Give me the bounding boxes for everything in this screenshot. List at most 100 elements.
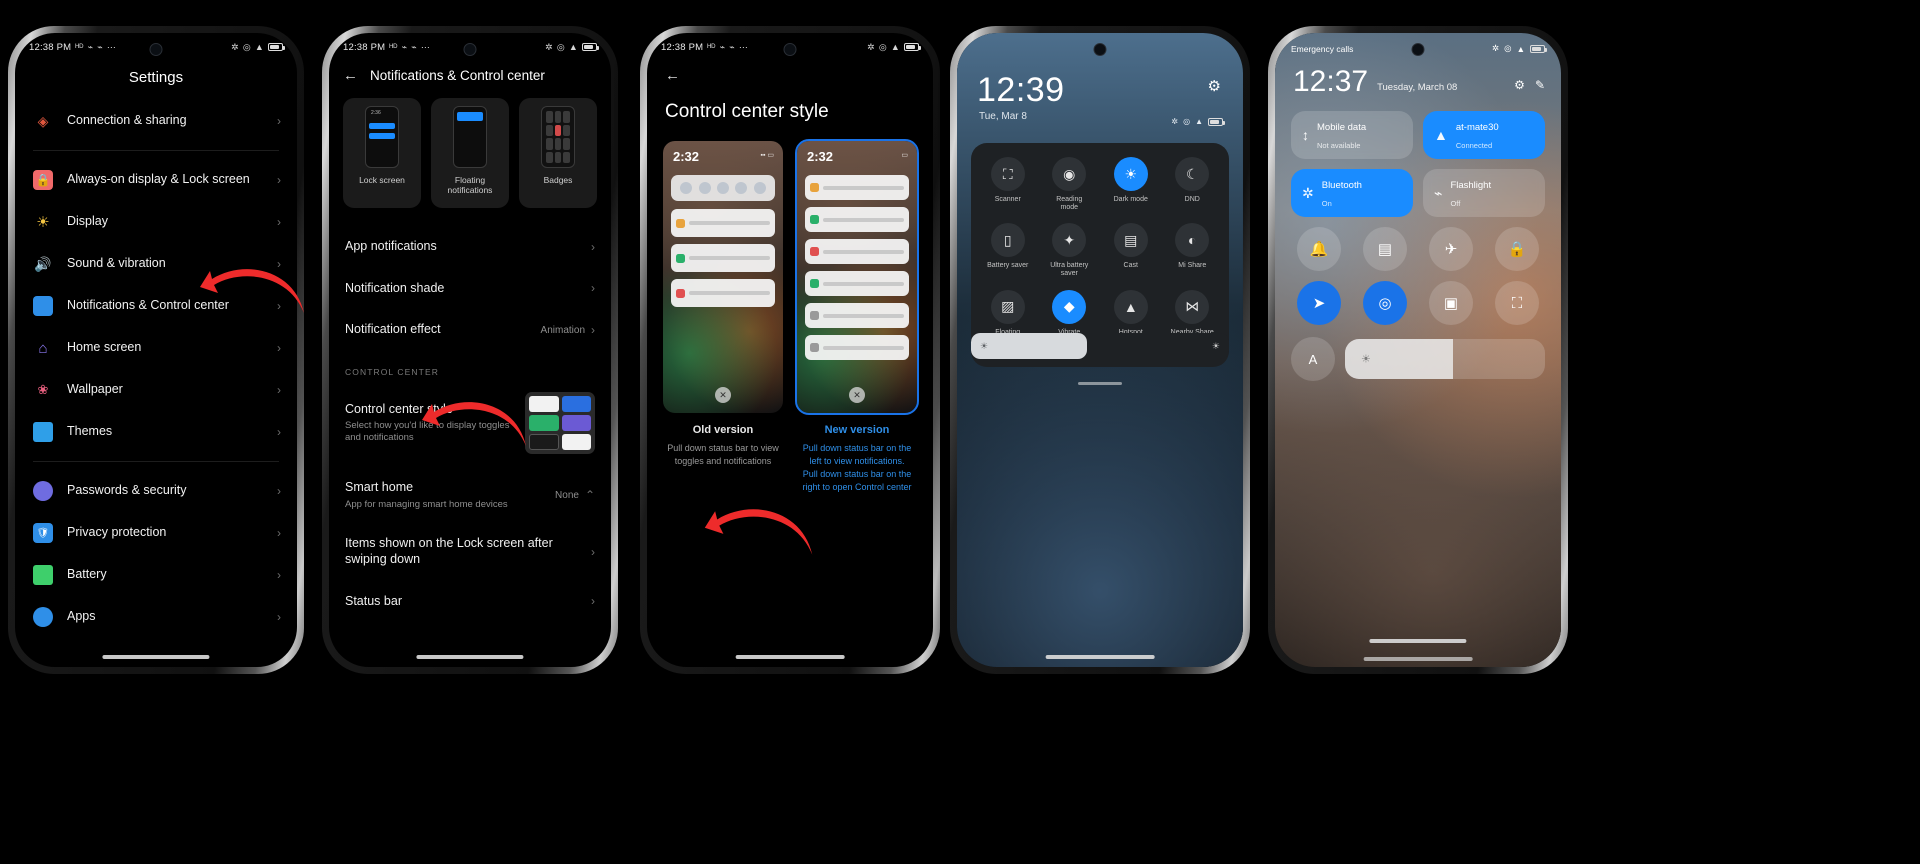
row-items-shown-on-lock-screen[interactable]: Items shown on the Lock screen after swi…	[329, 523, 611, 580]
preview-notification	[805, 335, 909, 360]
row-label: Control center style	[345, 401, 453, 416]
control-center-style-thumbnail	[525, 391, 595, 454]
tile-screen-recorder[interactable]: ▣	[1429, 281, 1473, 325]
style-options: 2:32 ▪▪ ▭ ✕ Old version Pull down status…	[647, 123, 933, 494]
chevron-right-icon: ›	[591, 545, 595, 559]
row-status-bar[interactable]: Status bar ›	[329, 581, 611, 623]
qs-tile-label: Reading mode	[1056, 196, 1083, 211]
settings-item-label: Themes	[67, 424, 113, 439]
row-value: None	[555, 489, 579, 501]
nav-bar-indicator[interactable]	[1363, 657, 1473, 661]
sidebar-item-display[interactable]: ☀ Display ›	[15, 201, 297, 243]
auto-brightness-icon[interactable]: A	[1291, 337, 1335, 381]
mi-share-icon: ◐	[1175, 223, 1210, 258]
preview-notification	[671, 209, 775, 237]
sidebar-item-always-on-display[interactable]: 🔒 Always-on display & Lock screen ›	[15, 159, 297, 201]
qs-tile-cast[interactable]: ▤ Cast	[1100, 223, 1162, 277]
tile-mobile-data[interactable]: ↕ Mobile data Not available	[1291, 111, 1413, 159]
apps-icon	[33, 607, 53, 627]
qs-tile-ultra-battery-saver[interactable]: ✦ Ultra battery saver	[1039, 223, 1101, 277]
qs-tile-scanner[interactable]: ⛶ Scanner	[977, 157, 1039, 211]
preview-cards: 2:36 Lock screen Floating notifications	[329, 84, 611, 208]
preview-notification	[805, 271, 909, 296]
drag-handle[interactable]	[1078, 382, 1122, 385]
flashlight-icon: ⌁	[1434, 184, 1443, 201]
old-version-preview[interactable]: 2:32 ▪▪ ▭ ✕	[663, 141, 783, 413]
bluetooth-flashlight-row: ✲ Bluetooth On ⌁ Flashlight Off	[1291, 169, 1545, 217]
new-version-preview[interactable]: 2:32 ▭ ✕	[795, 139, 919, 415]
wifi-icon: ▲	[1195, 117, 1203, 126]
qs-tile-label: Battery saver	[987, 262, 1029, 270]
sidebar-item-battery[interactable]: Battery ›	[15, 554, 297, 596]
sync-icon: ◎	[1378, 295, 1392, 312]
option-old-version[interactable]: 2:32 ▪▪ ▭ ✕ Old version Pull down status…	[663, 141, 783, 494]
tile-title: at-mate30	[1455, 122, 1499, 133]
back-arrow-icon[interactable]: ←	[343, 67, 358, 84]
row-notification-effect[interactable]: Notification effect Animation ›	[329, 309, 611, 351]
tile-screenshot[interactable]: ▤	[1363, 227, 1407, 271]
sidebar-item-themes[interactable]: Themes ›	[15, 411, 297, 453]
qs-tile-mi-share[interactable]: ◐ Mi Share	[1162, 223, 1224, 277]
preview-notification	[805, 207, 909, 232]
row-app-notifications[interactable]: App notifications ›	[329, 226, 611, 268]
phone-1-settings: 12:38 PM ᴴᴰ ⌁ ⌁ ⋯ ✲ ◎ ▲ Settings ◈ Conne	[8, 26, 304, 674]
status-bar: 12:38 PM ᴴᴰ ⌁ ⌁ ⋯ ✲ ◎ ▲	[647, 33, 933, 61]
row-control-center-style[interactable]: Control center style Select how you'd li…	[329, 379, 611, 467]
chevron-right-icon: ›	[277, 484, 281, 498]
home-icon: ⌂	[38, 339, 48, 357]
sidebar-item-passwords-security[interactable]: Passwords & security ›	[15, 470, 297, 512]
sidebar-item-privacy-protection[interactable]: 🛡 Privacy protection ›	[15, 512, 297, 554]
tile-airplane-mode[interactable]: ✈	[1429, 227, 1473, 271]
control-center-panel: ↕ Mobile data Not available ▲ at-mate30 …	[1291, 111, 1545, 381]
qs-tile-reading-mode[interactable]: ◉ Reading mode	[1039, 157, 1101, 211]
floating-windows-icon: ▨	[990, 289, 1025, 324]
home-indicator[interactable]	[102, 655, 210, 659]
gear-icon[interactable]: ⚙	[1514, 78, 1525, 92]
sidebar-item-connection-sharing[interactable]: ◈ Connection & sharing ›	[15, 100, 297, 142]
cast-icon: ⛶	[1511, 294, 1523, 312]
tile-lock[interactable]: 🔒	[1495, 227, 1539, 271]
status-bar: 12:38 PM ᴴᴰ ⌁ ⌁ ⋯ ✲ ◎ ▲	[329, 33, 611, 61]
row-smart-home[interactable]: Smart home App for managing smart home d…	[329, 467, 611, 524]
sidebar-item-home-screen[interactable]: ⌂ Home screen ›	[15, 327, 297, 369]
home-indicator[interactable]	[416, 655, 524, 659]
tile-location[interactable]: ➤	[1297, 281, 1341, 325]
tile-bluetooth[interactable]: ✲ Bluetooth On	[1291, 169, 1413, 217]
qs-tile-dark-mode[interactable]: ☀ Dark mode	[1100, 157, 1162, 211]
clock-row: 12:37 Tuesday, March 08 ⚙ ✎	[1293, 67, 1545, 97]
sidebar-item-apps[interactable]: Apps ›	[15, 596, 297, 638]
tile-cast[interactable]: ⛶	[1495, 281, 1539, 325]
qs-tile-label: Cast	[1123, 262, 1138, 270]
preview-notification	[805, 175, 909, 200]
card-badges[interactable]: Badges	[519, 98, 597, 208]
home-indicator[interactable]	[735, 655, 845, 659]
sidebar-item-sound-vibration[interactable]: 🔊 Sound & vibration ›	[15, 243, 297, 285]
brightness-slider[interactable]: ☀ ☀	[971, 333, 1229, 359]
tile-silent[interactable]: 🔔	[1297, 227, 1341, 271]
phone-5-new-control-center: Emergency calls ✲ ◎ ▲ 12:37 Tuesday, Mar…	[1268, 26, 1568, 674]
hd-icon: ᴴᴰ	[389, 41, 398, 52]
tile-flashlight[interactable]: ⌁ Flashlight Off	[1423, 169, 1545, 217]
connectivity-tiles-row: ↕ Mobile data Not available ▲ at-mate30 …	[1291, 111, 1545, 159]
tile-sync[interactable]: ◎	[1363, 281, 1407, 325]
settings-item-label: Passwords & security	[67, 483, 187, 498]
sidebar-item-notifications-control-center[interactable]: Notifications & Control center ›	[15, 285, 297, 327]
home-indicator[interactable]	[1045, 655, 1155, 659]
tile-wifi[interactable]: ▲ at-mate30 Connected	[1423, 111, 1545, 159]
card-floating-notifications[interactable]: Floating notifications	[431, 98, 509, 208]
phone-3-control-center-style: 12:38 PM ᴴᴰ ⌁ ⌁ ⋯ ✲ ◎ ▲ ← Control center…	[640, 26, 940, 674]
brightness-slider[interactable]: ☀	[1345, 339, 1545, 379]
tile-subtitle: Connected	[1455, 141, 1493, 150]
row-notification-shade[interactable]: Notification shade ›	[329, 268, 611, 310]
chevron-right-icon: ›	[277, 341, 281, 355]
battery-icon	[268, 43, 285, 51]
sidebar-item-wallpaper[interactable]: ❀ Wallpaper ›	[15, 369, 297, 411]
edit-icon[interactable]: ✎	[1535, 78, 1545, 92]
home-indicator[interactable]	[1369, 639, 1467, 643]
option-new-version[interactable]: 2:32 ▭ ✕ New version Pull down status ba…	[795, 139, 919, 494]
card-lock-screen[interactable]: 2:36 Lock screen	[343, 98, 421, 208]
qs-tile-dnd[interactable]: ☾ DND	[1162, 157, 1224, 211]
gear-icon[interactable]: ⚙	[1208, 77, 1221, 95]
qs-tile-battery-saver[interactable]: ▯ Battery saver	[977, 223, 1039, 277]
back-arrow-icon[interactable]: ←	[665, 67, 680, 84]
